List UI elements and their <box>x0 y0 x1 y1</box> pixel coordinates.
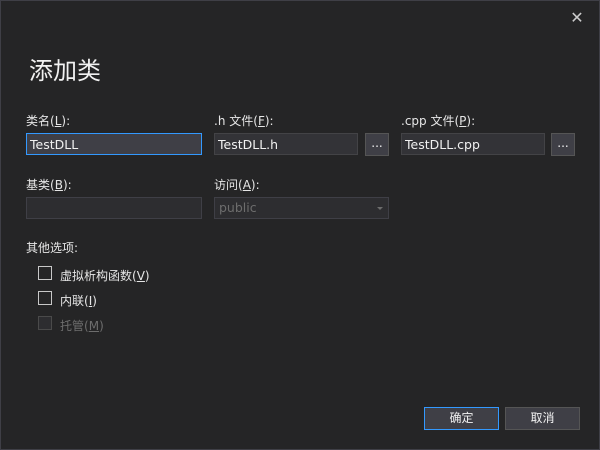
class-name-label: 类名(L): <box>26 114 71 128</box>
managed-checkbox <box>38 316 52 330</box>
ok-button[interactable]: 确定 <box>424 407 499 430</box>
h-file-label: .h 文件(F): <box>214 114 274 128</box>
access-dropdown[interactable]: public <box>214 197 389 219</box>
class-name-input[interactable] <box>26 133 202 155</box>
access-label: 访问(A): <box>214 178 260 192</box>
cpp-file-input[interactable] <box>401 133 545 155</box>
base-class-input[interactable] <box>26 197 202 219</box>
close-icon[interactable]: ✕ <box>567 8 587 28</box>
other-options-heading: 其他选项: <box>26 241 79 255</box>
h-file-input[interactable] <box>214 133 358 155</box>
base-class-label: 基类(B): <box>26 178 72 192</box>
add-class-dialog: ✕ 添加类 类名(L): .h 文件(F): ... .cpp 文件(P): .… <box>0 0 600 450</box>
chevron-down-icon <box>377 207 383 210</box>
inline-checkbox[interactable] <box>38 291 52 305</box>
managed-label: 托管(M) <box>60 319 104 333</box>
cancel-button[interactable]: 取消 <box>505 407 580 430</box>
h-file-browse-button[interactable]: ... <box>365 133 389 156</box>
dialog-title: 添加类 <box>29 57 101 85</box>
virtual-destructor-label[interactable]: 虚拟析构函数(V) <box>60 267 150 284</box>
virtual-destructor-checkbox[interactable] <box>38 266 52 280</box>
access-selected-value: public <box>219 200 257 215</box>
inline-label[interactable]: 内联(I) <box>60 292 97 309</box>
cpp-file-label: .cpp 文件(P): <box>401 114 476 128</box>
cpp-file-browse-button[interactable]: ... <box>551 133 575 156</box>
